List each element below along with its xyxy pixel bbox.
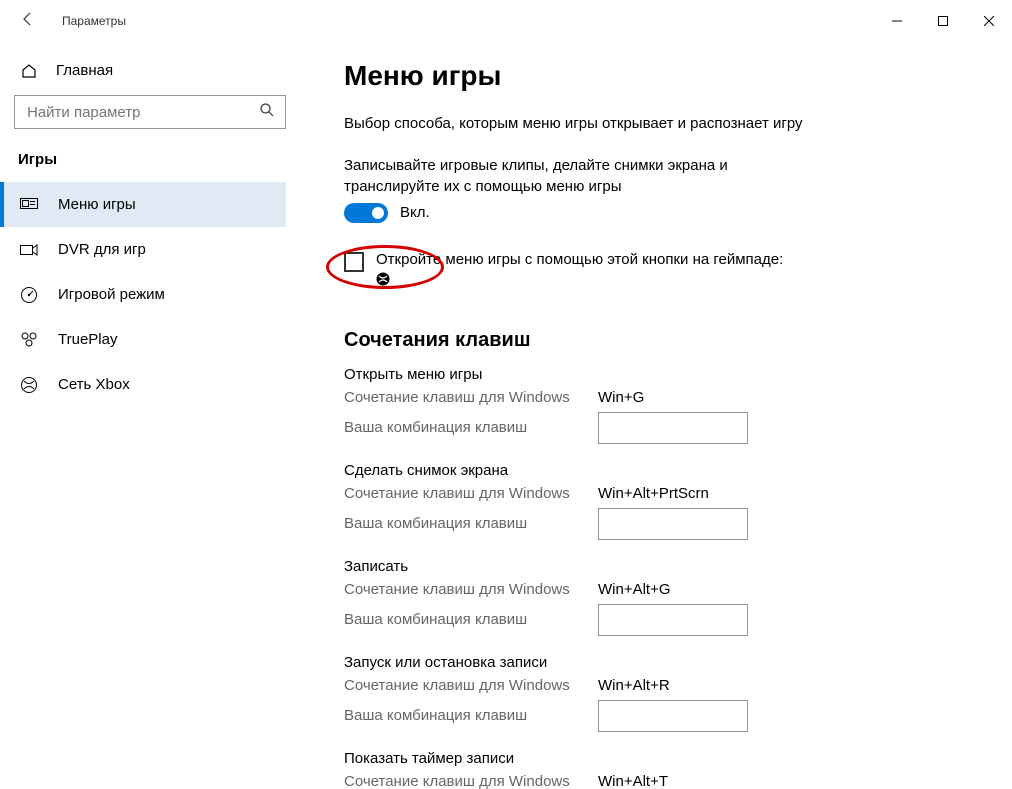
game-bar-icon bbox=[20, 196, 38, 214]
game-bar-toggle[interactable] bbox=[344, 203, 388, 223]
sidebar-item-game-mode[interactable]: Игровой режим bbox=[0, 272, 286, 317]
page-description: Выбор способа, которым меню игры открыва… bbox=[344, 114, 824, 134]
shortcut-group-open-game-bar: Открыть меню игры Сочетание клавиш для W… bbox=[344, 366, 972, 444]
title-bar: Параметры bbox=[0, 0, 1012, 42]
shortcut-windows-value: Win+Alt+PrtScrn bbox=[598, 485, 709, 502]
shortcut-windows-value: Win+Alt+T bbox=[598, 773, 668, 789]
shortcut-windows-label: Сочетание клавиш для Windows bbox=[344, 677, 598, 694]
xbox-icon bbox=[20, 376, 38, 394]
sidebar-item-dvr[interactable]: DVR для игр bbox=[0, 227, 286, 272]
back-button[interactable] bbox=[20, 11, 36, 32]
sidebar: Главная Игры Меню игры DVR для игр bbox=[0, 42, 300, 789]
toggle-knob bbox=[372, 207, 384, 219]
sidebar-category: Игры bbox=[18, 151, 286, 168]
sidebar-item-label: Меню игры bbox=[58, 196, 136, 213]
shortcut-windows-label: Сочетание клавиш для Windows bbox=[344, 485, 598, 502]
shortcut-windows-label: Сочетание клавиш для Windows bbox=[344, 389, 598, 406]
trueplay-icon bbox=[20, 331, 38, 349]
minimize-button[interactable] bbox=[874, 5, 920, 37]
shortcut-windows-label: Сочетание клавиш для Windows bbox=[344, 581, 598, 598]
dvr-icon bbox=[20, 241, 38, 259]
page-title: Меню игры bbox=[344, 60, 972, 92]
shortcut-group-start-stop-recording: Запуск или остановка записи Сочетание кл… bbox=[344, 654, 972, 732]
controller-open-checkbox[interactable] bbox=[344, 252, 364, 272]
window-title: Параметры bbox=[62, 14, 126, 28]
toggle-label: Вкл. bbox=[400, 204, 430, 221]
xbox-button-icon bbox=[376, 272, 783, 289]
search-input[interactable] bbox=[25, 103, 255, 122]
main-content: Меню игры Выбор способа, которым меню иг… bbox=[300, 42, 1012, 789]
shortcut-custom-label: Ваша комбинация клавиш bbox=[344, 707, 598, 724]
sidebar-item-game-bar[interactable]: Меню игры bbox=[0, 182, 286, 227]
sidebar-item-trueplay[interactable]: TruePlay bbox=[0, 317, 286, 362]
shortcut-title: Открыть меню игры bbox=[344, 366, 972, 383]
sidebar-item-xbox-network[interactable]: Сеть Xbox bbox=[0, 362, 286, 407]
controller-open-label: Откройте меню игры с помощью этой кнопки… bbox=[376, 251, 783, 268]
shortcut-custom-input[interactable] bbox=[598, 508, 748, 540]
shortcut-title: Записать bbox=[344, 558, 972, 575]
shortcut-custom-input[interactable] bbox=[598, 604, 748, 636]
shortcut-group-screenshot: Сделать снимок экрана Сочетание клавиш д… bbox=[344, 462, 972, 540]
shortcut-custom-input[interactable] bbox=[598, 700, 748, 732]
shortcut-title: Показать таймер записи bbox=[344, 750, 972, 767]
shortcuts-heading: Сочетания клавиш bbox=[344, 329, 972, 352]
gauge-icon bbox=[20, 286, 38, 304]
shortcut-title: Запуск или остановка записи bbox=[344, 654, 972, 671]
shortcut-windows-value: Win+G bbox=[598, 389, 644, 406]
search-icon bbox=[259, 102, 275, 122]
shortcut-title: Сделать снимок экрана bbox=[344, 462, 972, 479]
sidebar-item-label: Сеть Xbox bbox=[58, 376, 130, 393]
sidebar-home-label: Главная bbox=[56, 62, 113, 79]
sidebar-item-label: DVR для игр bbox=[58, 241, 146, 258]
sidebar-home[interactable]: Главная bbox=[14, 54, 286, 87]
shortcut-group-show-timer: Показать таймер записи Сочетание клавиш … bbox=[344, 750, 972, 789]
sidebar-item-label: TruePlay bbox=[58, 331, 117, 348]
home-icon bbox=[20, 63, 38, 79]
maximize-button[interactable] bbox=[920, 5, 966, 37]
shortcut-windows-label: Сочетание клавиш для Windows bbox=[344, 773, 598, 789]
shortcut-custom-label: Ваша комбинация клавиш bbox=[344, 419, 598, 436]
shortcut-custom-input[interactable] bbox=[598, 412, 748, 444]
shortcut-group-record: Записать Сочетание клавиш для Windows Wi… bbox=[344, 558, 972, 636]
shortcut-custom-label: Ваша комбинация клавиш bbox=[344, 515, 598, 532]
shortcut-windows-value: Win+Alt+R bbox=[598, 677, 670, 694]
close-button[interactable] bbox=[966, 5, 1012, 37]
shortcut-custom-label: Ваша комбинация клавиш bbox=[344, 611, 598, 628]
sidebar-item-label: Игровой режим bbox=[58, 286, 165, 303]
shortcut-windows-value: Win+Alt+G bbox=[598, 581, 671, 598]
toggle-description: Записывайте игровые клипы, делайте снимк… bbox=[344, 156, 824, 197]
search-box[interactable] bbox=[14, 95, 286, 129]
